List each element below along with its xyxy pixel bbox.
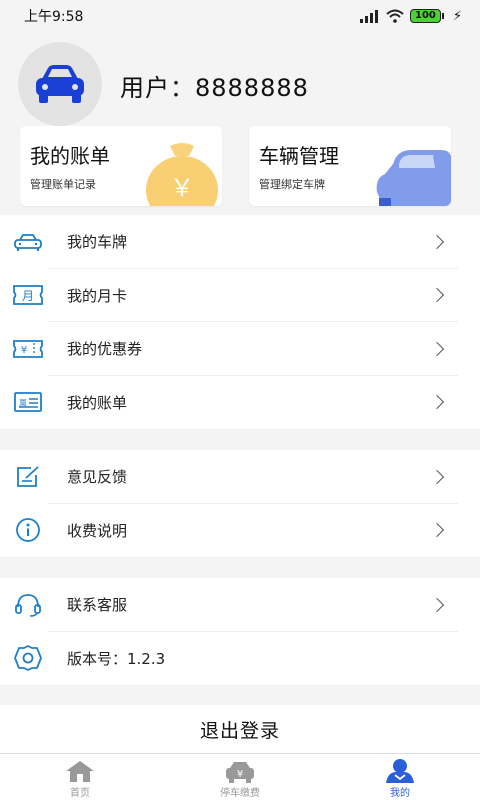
menu-group-about: 联系客服 版本号：1.2.3: [0, 578, 480, 685]
card-title: 我的账单: [30, 144, 110, 168]
vehicle-management-card[interactable]: 车辆管理 管理绑定车牌: [249, 126, 451, 206]
feedback-icon: [12, 464, 44, 490]
card-title: 车辆管理: [259, 144, 339, 168]
menu-item-customer-service[interactable]: 联系客服: [0, 578, 480, 632]
coin-symbol: ￥: [170, 174, 194, 202]
home-icon: [65, 758, 95, 784]
menu-item-my-plates[interactable]: 我的车牌: [0, 215, 480, 269]
tab-mine[interactable]: 我的: [320, 754, 480, 800]
status-time: 上午9:58: [24, 9, 84, 25]
tab-label: 首页: [70, 788, 90, 799]
headset-icon: [12, 592, 44, 618]
menu-group-support: 意见反馈 收费说明: [0, 450, 480, 557]
icon-glyph: 月: [22, 289, 34, 303]
money-bag-icon: ￥: [146, 143, 218, 206]
chevron-right-icon: [429, 288, 445, 303]
menu-item-label: 我的优惠券: [67, 340, 143, 359]
menu-item-label: 收费说明: [67, 521, 128, 540]
chevron-right-icon: [429, 597, 445, 612]
profile-header: 用户：8888888 我的账单 管理账单记录 ￥ 车辆管理 管理绑定车牌: [0, 32, 480, 215]
menu-item-monthly-card[interactable]: 月 我的月卡: [0, 269, 480, 322]
menu-item-bills[interactable]: 票 我的账单: [0, 376, 480, 430]
menu-item-label: 意见反馈: [67, 468, 128, 487]
month-card-icon: 月: [12, 282, 44, 308]
menu-item-fee-info[interactable]: 收费说明: [0, 504, 480, 558]
menu-item-label: 我的车牌: [67, 233, 128, 252]
card-subtitle: 管理账单记录: [30, 178, 96, 191]
chevron-right-icon: [429, 395, 445, 410]
menu-item-version: 版本号：1.2.3: [0, 632, 480, 686]
bottom-tab-bar: 首页 ¥ 停车缴费 我的: [0, 753, 480, 800]
menu-item-label: 我的账单: [67, 393, 128, 412]
user-icon: [384, 758, 416, 784]
user-id-label: 用户：8888888: [120, 74, 309, 102]
tab-label: 停车缴费: [220, 788, 260, 799]
bill-icon: 票: [12, 389, 44, 415]
chevron-right-icon: [429, 469, 445, 484]
car-plate-icon: [12, 229, 44, 255]
logout-button[interactable]: 退出登录: [0, 705, 480, 753]
tab-label: 我的: [390, 788, 410, 799]
charging-icon: ⚡: [452, 8, 462, 24]
my-bills-card[interactable]: 我的账单 管理账单记录 ￥: [20, 126, 222, 206]
menu-item-label: 联系客服: [67, 596, 128, 615]
info-icon: [12, 517, 44, 543]
battery-icon: 100: [409, 9, 444, 23]
parking-pay-icon: ¥: [224, 758, 256, 784]
chevron-right-icon: [429, 341, 445, 356]
avatar[interactable]: [18, 42, 102, 126]
battery-level: 100: [409, 9, 441, 23]
tab-parking-pay[interactable]: ¥ 停车缴费: [160, 754, 320, 800]
menu-item-feedback[interactable]: 意见反馈: [0, 450, 480, 504]
car-avatar-icon: [36, 65, 84, 103]
tab-home[interactable]: 首页: [0, 754, 160, 800]
signal-icon: [359, 9, 380, 23]
svg-text:¥: ¥: [237, 769, 243, 780]
menu-group-account: 我的车牌 月 我的月卡 ¥ 我的优惠券 票 我的账单: [0, 215, 480, 429]
card-subtitle: 管理绑定车牌: [259, 178, 325, 191]
coupon-icon: ¥: [12, 336, 44, 362]
car-illustration-icon: [376, 150, 451, 206]
menu-item-coupons[interactable]: ¥ 我的优惠券: [0, 322, 480, 376]
status-bar: 上午9:58 100 ⚡: [0, 0, 480, 32]
status-icons: 100 ⚡: [359, 8, 462, 24]
icon-glyph: ¥: [21, 345, 27, 356]
chevron-right-icon: [429, 234, 445, 249]
menu-item-label: 我的月卡: [67, 286, 128, 305]
wifi-icon: [386, 9, 404, 23]
chevron-right-icon: [429, 523, 445, 538]
version-label: 版本号：1.2.3: [67, 649, 166, 668]
settings-icon: [12, 645, 44, 672]
